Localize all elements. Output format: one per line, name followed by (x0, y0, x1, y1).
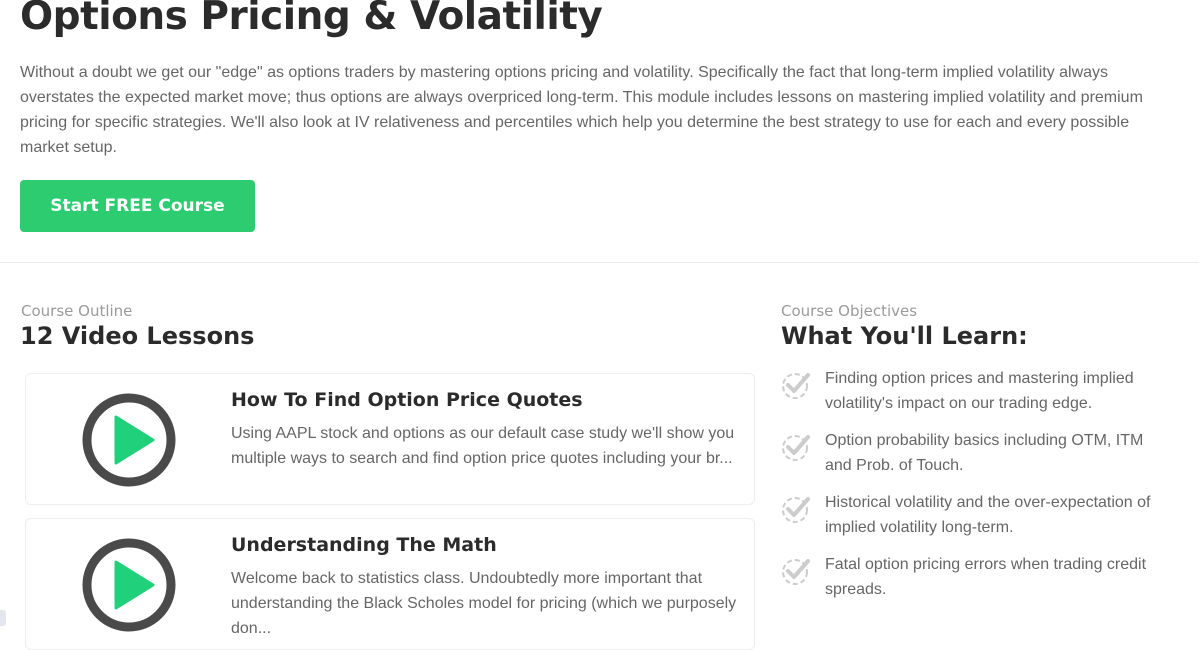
check-badge-icon (782, 497, 810, 523)
objectives-heading: What You'll Learn: (781, 322, 1028, 350)
section-divider (0, 262, 1199, 263)
lesson-description: Welcome back to statistics class. Undoub… (231, 570, 737, 637)
objective-item: Finding option prices and mastering impl… (780, 366, 1180, 428)
check-badge-icon (782, 559, 810, 585)
objective-item: Historical volatility and the over-expec… (780, 490, 1180, 552)
play-icon[interactable] (81, 537, 177, 633)
page-title: Options Pricing & Volatility (20, 0, 603, 39)
course-outline-kicker: Course Outline (21, 302, 133, 320)
objective-text: Fatal option pricing errors when trading… (825, 556, 1147, 598)
course-objectives-kicker: Course Objectives (781, 302, 918, 320)
objective-text: Option probability basics including OTM,… (825, 432, 1144, 474)
objectives-list: Finding option prices and mastering impl… (780, 366, 1180, 614)
start-free-course-button[interactable]: Start FREE Course (20, 180, 255, 232)
course-description: Without a doubt we get our "edge" as opt… (20, 64, 1143, 156)
lesson-title[interactable]: Understanding The Math (231, 534, 497, 556)
objective-item: Option probability basics including OTM,… (780, 428, 1180, 490)
lesson-description: Using AAPL stock and options as our defa… (231, 425, 735, 467)
lessons-heading: 12 Video Lessons (20, 322, 255, 350)
objective-item: Fatal option pricing errors when trading… (780, 552, 1180, 614)
lesson-card[interactable]: Understanding The Math Welcome back to s… (25, 518, 755, 650)
lesson-card[interactable]: How To Find Option Price Quotes Using AA… (25, 373, 755, 505)
objective-text: Historical volatility and the over-expec… (825, 494, 1151, 536)
lesson-title[interactable]: How To Find Option Price Quotes (231, 389, 583, 411)
check-badge-icon (782, 435, 810, 461)
objective-text: Finding option prices and mastering impl… (825, 370, 1134, 412)
scroll-handle[interactable] (0, 610, 6, 626)
play-icon[interactable] (81, 392, 177, 488)
check-badge-icon (782, 373, 810, 399)
